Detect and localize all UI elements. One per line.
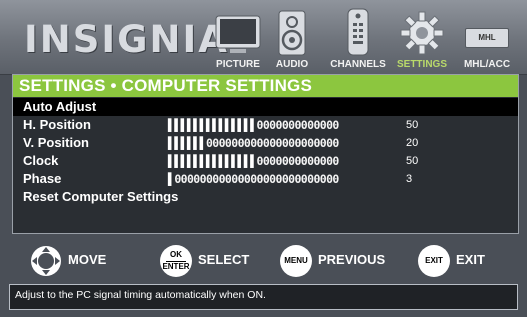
tab-picture-label: PICTURE [216, 59, 260, 70]
slider-filled-segments: ▌▌▌▌▌▌▌▌▌▌▌▌▌▌ [168, 154, 257, 168]
tab-settings[interactable]: SETTINGS [394, 6, 450, 72]
tab-audio[interactable]: AUDIO [272, 6, 312, 72]
insignia-logo: INSIGNIA [24, 18, 229, 61]
menu-item-v-position[interactable]: V. Position ▌▌▌▌▌▌000000000000000000000 … [13, 134, 518, 152]
previous-label: PREVIOUS [318, 252, 386, 267]
menu-item-label: H. Position [23, 117, 91, 132]
help-text-box: Adjust to the PC signal timing automatic… [9, 284, 518, 310]
panel-title-bar: SETTINGS • COMPUTER SETTINGS [13, 75, 518, 97]
phase-slider[interactable]: ▌00000000000000000000000000 [168, 173, 339, 185]
menu-item-reset-computer-settings[interactable]: Reset Computer Settings [13, 188, 518, 206]
v-position-slider[interactable]: ▌▌▌▌▌▌000000000000000000000 [168, 137, 339, 149]
menu-item-label: Auto Adjust [23, 99, 97, 114]
select-hint: OK ENTER SELECT [160, 245, 260, 277]
menu-item-clock[interactable]: Clock ▌▌▌▌▌▌▌▌▌▌▌▌▌▌0000000000000 50 [13, 152, 518, 170]
slider-filled-segments: ▌▌▌▌▌▌▌▌▌▌▌▌▌▌ [168, 118, 257, 132]
menu-key-icon: MENU [280, 245, 312, 277]
menu-item-label: Reset Computer Settings [23, 189, 179, 204]
move-hint: MOVE [30, 245, 120, 277]
exit-label: EXIT [456, 252, 485, 267]
menu-item-label: Phase [23, 171, 62, 186]
slider-empty-segments: 00000000000000000000000000 [174, 172, 339, 186]
menu-item-phase[interactable]: Phase ▌00000000000000000000000000 3 [13, 170, 518, 188]
tab-audio-label: AUDIO [275, 59, 309, 70]
mhl-badge-text: MHL [478, 33, 496, 42]
menu-item-auto-adjust[interactable]: Auto Adjust [13, 98, 518, 116]
move-label: MOVE [68, 252, 107, 267]
v-position-value: 20 [406, 137, 419, 149]
slider-empty-segments: 0000000000000 [256, 118, 340, 132]
tab-channels-label: CHANNELS [330, 59, 386, 70]
exit-hint: EXIT EXIT [418, 245, 508, 277]
h-position-slider[interactable]: ▌▌▌▌▌▌▌▌▌▌▌▌▌▌0000000000000 [168, 119, 339, 131]
select-label: SELECT [198, 252, 250, 267]
dpad-icon [31, 246, 61, 276]
speaker-icon [278, 10, 306, 56]
slider-empty-segments: 000000000000000000000 [205, 136, 339, 150]
remote-icon [347, 8, 369, 56]
ok-enter-key-icon: OK ENTER [160, 245, 192, 277]
tab-picture[interactable]: PICTURE [210, 6, 266, 72]
settings-panel: SETTINGS • COMPUTER SETTINGS Auto Adjust… [12, 74, 519, 234]
page-title: SETTINGS • COMPUTER SETTINGS [19, 76, 313, 95]
slider-filled-segments: ▌▌▌▌▌▌ [168, 136, 207, 150]
menu-item-label: V. Position [23, 135, 89, 150]
previous-hint: MENU PREVIOUS [280, 245, 400, 277]
h-position-value: 50 [406, 119, 419, 131]
phase-value: 3 [406, 173, 413, 185]
clock-value: 50 [406, 155, 419, 167]
exit-key-icon: EXIT [418, 245, 450, 277]
footer-key-guide: MOVE OK ENTER SELECT MENU PREVIOUS EXIT … [0, 232, 527, 284]
ok-key-text: OK [170, 250, 182, 259]
mhl-icon: MHL [465, 28, 509, 48]
tv-icon [215, 15, 261, 53]
menu-item-h-position[interactable]: H. Position ▌▌▌▌▌▌▌▌▌▌▌▌▌▌0000000000000 … [13, 116, 518, 134]
tab-mhl-acc[interactable]: MHL MHL/ACC [456, 6, 518, 72]
tab-channels[interactable]: CHANNELS [325, 6, 391, 72]
menu-item-label: Clock [23, 153, 59, 168]
top-menu-bar: INSIGNIA PICTURE AUDIO CHANNELS SETTINGS… [0, 0, 527, 75]
help-text: Adjust to the PC signal timing automatic… [15, 289, 266, 301]
tab-settings-label: SETTINGS [396, 59, 447, 70]
slider-empty-segments: 0000000000000 [256, 154, 340, 168]
clock-slider[interactable]: ▌▌▌▌▌▌▌▌▌▌▌▌▌▌0000000000000 [168, 155, 339, 167]
gear-icon [400, 11, 444, 55]
tab-mhl-acc-label: MHL/ACC [463, 59, 511, 70]
enter-key-text: ENTER [162, 262, 190, 271]
